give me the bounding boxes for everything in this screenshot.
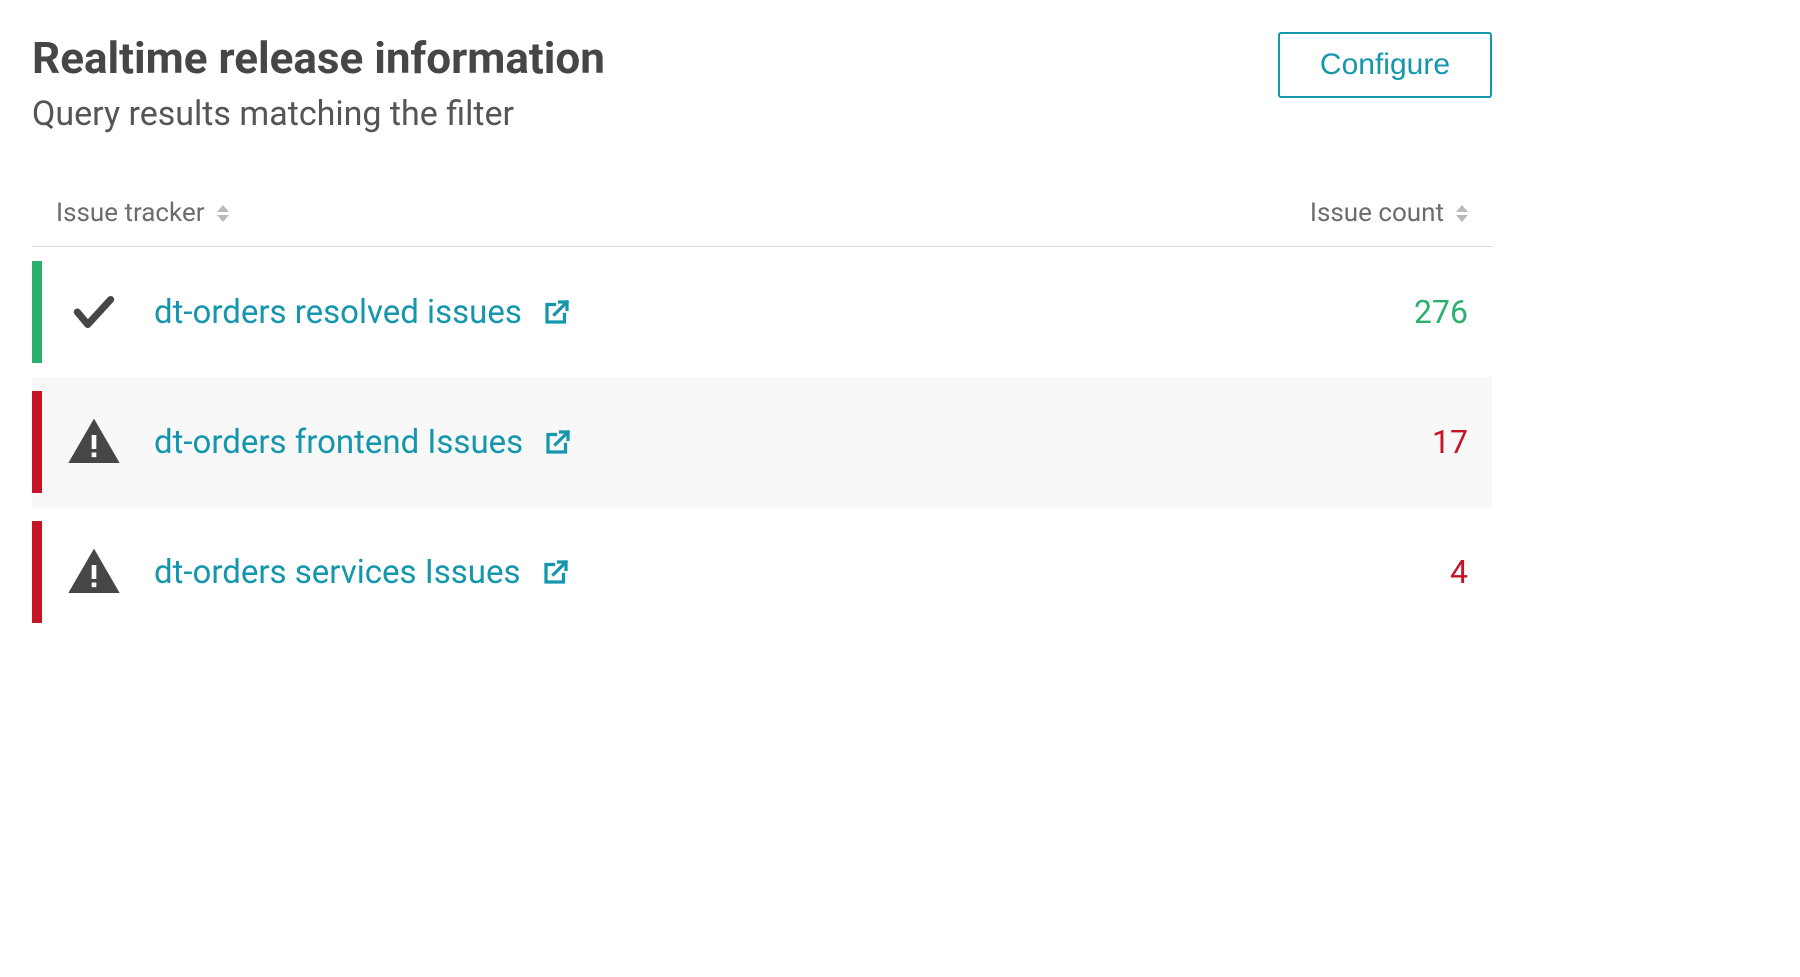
sort-icon [1456,205,1468,222]
issue-tracker-table: Issue tracker Issue count dt-orders reso… [32,198,1492,637]
warning-triangle-icon [66,544,122,600]
page-title: Realtime release information [32,32,605,84]
configure-button[interactable]: Configure [1278,32,1492,98]
col-header-issue-count[interactable]: Issue count [1310,198,1468,228]
checkmark-icon [69,287,119,337]
status-bar-error [32,391,42,493]
page-subtitle: Query results matching the filter [32,94,605,134]
external-link-icon[interactable] [541,557,571,587]
col-header-label: Issue count [1310,198,1444,228]
titles: Realtime release information Query resul… [32,32,605,134]
table-row[interactable]: dt-orders services Issues 4 [32,507,1492,637]
warning-triangle-icon [66,414,122,470]
issue-tracker-link[interactable]: dt-orders frontend Issues [154,423,523,462]
issue-tracker-cell: dt-orders services Issues [154,553,1348,592]
table-header: Issue tracker Issue count [32,198,1492,247]
sort-icon [217,205,229,222]
issue-tracker-link[interactable]: dt-orders resolved issues [154,293,522,332]
table-row[interactable]: dt-orders resolved issues 276 [32,247,1492,377]
issue-count: 17 [1348,423,1468,461]
table-row[interactable]: dt-orders frontend Issues 17 [32,377,1492,507]
col-header-issue-tracker[interactable]: Issue tracker [56,198,229,228]
col-header-label: Issue tracker [56,198,205,228]
external-link-icon[interactable] [543,427,573,457]
status-icon [60,414,128,470]
issue-tracker-cell: dt-orders frontend Issues [154,423,1348,462]
release-info-panel: Realtime release information Query resul… [32,32,1492,637]
issue-count: 276 [1348,293,1468,331]
issue-tracker-cell: dt-orders resolved issues [154,293,1348,332]
issue-count: 4 [1348,553,1468,591]
panel-header: Realtime release information Query resul… [32,32,1492,134]
status-bar-ok [32,261,42,363]
status-icon [60,287,128,337]
status-icon [60,544,128,600]
external-link-icon[interactable] [542,297,572,327]
issue-tracker-link[interactable]: dt-orders services Issues [154,553,521,592]
status-bar-error [32,521,42,623]
